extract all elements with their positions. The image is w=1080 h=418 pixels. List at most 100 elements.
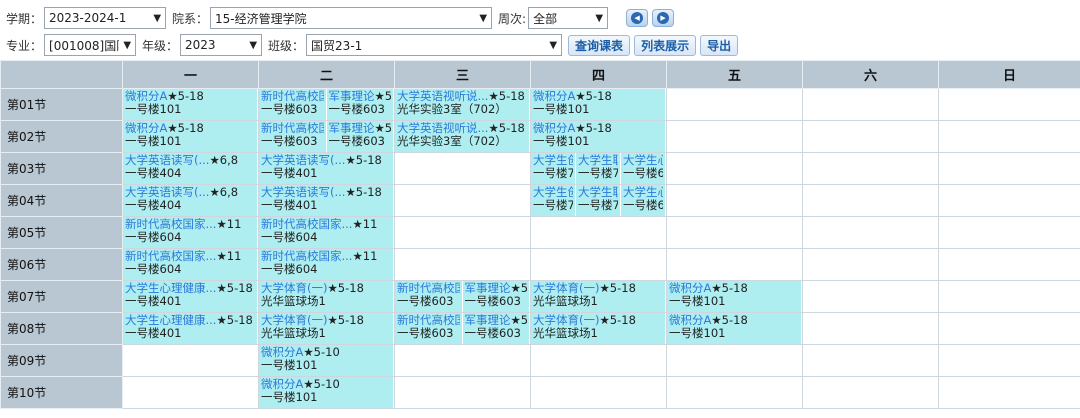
course-name-link[interactable]: 大学生心理健康... [125,314,216,327]
course-block[interactable]: 新时代高校国家...★11 一号楼604 [259,217,394,248]
course-name-link[interactable]: 新时代高校国 [397,314,460,327]
course-block[interactable]: 大学生心理健康...★5-18 一号楼401 [123,281,258,312]
timetable-cell[interactable]: 微积分A★5-18 一号楼101 [530,88,667,121]
course-block[interactable]: 大学生职一号楼7 [576,185,621,216]
course-name-link[interactable]: 微积分A [533,122,575,135]
course-name-link[interactable]: 大学英语视听说... [397,122,488,135]
timetable-cell[interactable]: 大学体育(一)★5-18 光华篮球场1 [530,312,667,345]
course-name-link[interactable]: 新时代高校国家... [125,218,216,231]
course-block[interactable]: 微积分A★5-18 一号楼101 [667,281,802,312]
timetable-cell[interactable]: 微积分A★5-10 一号楼101 [258,344,395,377]
course-name-link[interactable]: 大学生创 [533,186,573,199]
timetable-cell[interactable]: 微积分A★5-10 一号楼101 [258,376,395,409]
course-name-link[interactable]: 军事理论 [465,282,511,295]
course-block[interactable]: 大学生职一号楼7 [576,153,621,184]
course-block[interactable]: 大学体育(一)★5-18 光华篮球场1 [259,313,394,344]
course-block[interactable]: 大学英语读写(...★5-18 一号楼401 [259,153,394,184]
timetable-cell[interactable]: 大学体育(一)★5-18 光华篮球场1 [530,280,667,313]
course-block[interactable]: 大学生心理健康...★5-18 一号楼401 [123,313,258,344]
course-name-link[interactable]: 大学体育(一) [261,314,327,327]
timetable-cell[interactable]: 新时代高校国家...★11 一号楼604 [258,248,395,281]
course-name-link[interactable]: 大学生心理健康... [125,282,216,295]
timetable-cell[interactable]: 新时代高校国 一号楼603 军事理论★5 一号楼603 [394,312,531,345]
timetable-cell[interactable]: 新时代高校国家...★11 一号楼604 [122,216,259,249]
course-name-link[interactable]: 新时代高校国家... [261,250,352,263]
course-block[interactable]: 微积分A★5-10 一号楼101 [259,377,394,408]
course-block[interactable]: 军事理论★5 一号楼603 [326,89,394,120]
major-select[interactable]: [001008]国际经济 ▼ [44,34,137,56]
timetable-cell[interactable]: 大学英语读写(...★6,8 一号楼404 [122,184,259,217]
timetable-cell[interactable]: 新时代高校国家...★11 一号楼604 [258,216,395,249]
dept-select[interactable]: 15-经济管理学院 ▼ [210,7,493,29]
timetable-cell[interactable]: 大学生创一号楼7大学生职一号楼7大学生心一号楼6 [530,152,667,185]
course-block[interactable]: 新时代高校国家...★11 一号楼604 [123,217,258,248]
course-block[interactable]: 新时代高校国 一号楼603 [395,281,463,312]
course-name-link[interactable]: 微积分A [261,378,303,391]
course-name-link[interactable]: 大学生职 [578,186,618,199]
timetable-cell[interactable]: 大学生心理健康...★5-18 一号楼401 [122,280,259,313]
timetable-cell[interactable]: 大学英语读写(...★5-18 一号楼401 [258,152,395,185]
course-name-link[interactable]: 大学英语读写(... [261,154,345,167]
prev-week-button[interactable]: ◀ [626,9,649,27]
timetable-cell[interactable]: 大学英语视听说...★5-18 光华实验3室（702） [394,88,531,121]
course-block[interactable]: 微积分A★5-18 一号楼101 [531,121,666,152]
course-name-link[interactable]: 大学体育(一) [533,282,599,295]
next-week-button[interactable]: ▶ [652,9,675,27]
timetable-cell[interactable]: 大学英语读写(...★6,8 一号楼404 [122,152,259,185]
timetable-cell[interactable]: 微积分A★5-18 一号楼101 [666,280,803,313]
week-select[interactable]: 全部 ▼ [528,7,609,29]
course-name-link[interactable]: 军事理论 [329,122,375,135]
course-name-link[interactable]: 大学体育(一) [533,314,599,327]
course-block[interactable]: 新时代高校国家...★11 一号楼604 [259,249,394,280]
class-select[interactable]: 国贸23-1 ▼ [306,34,563,56]
course-block[interactable]: 大学生创一号楼7 [531,185,576,216]
timetable-cell[interactable]: 微积分A★5-18 一号楼101 [122,88,259,121]
course-block[interactable]: 大学英语读写(...★5-18 一号楼401 [259,185,394,216]
course-name-link[interactable]: 大学英语视听说... [397,90,488,103]
course-block[interactable]: 大学体育(一)★5-18 光华篮球场1 [531,281,666,312]
timetable-cell[interactable]: 新时代高校国 一号楼603 军事理论★5 一号楼603 [258,120,395,153]
course-block[interactable]: 大学英语视听说...★5-18 光华实验3室（702） [395,89,530,120]
course-block[interactable]: 军事理论★5 一号楼603 [462,281,530,312]
course-name-link[interactable]: 微积分A [533,90,575,103]
timetable-cell[interactable]: 大学体育(一)★5-18 光华篮球场1 [258,280,395,313]
course-name-link[interactable]: 大学生职 [578,154,618,167]
timetable-cell[interactable]: 大学英语读写(...★5-18 一号楼401 [258,184,395,217]
course-name-link[interactable]: 新时代高校国 [261,90,324,103]
timetable-cell[interactable]: 微积分A★5-18 一号楼101 [122,120,259,153]
course-name-link[interactable]: 微积分A [669,314,711,327]
course-block[interactable]: 微积分A★5-18 一号楼101 [123,121,258,152]
course-name-link[interactable]: 大学生心 [623,186,663,199]
timetable-cell[interactable]: 微积分A★5-18 一号楼101 [530,120,667,153]
timetable-cell[interactable]: 新时代高校国家...★11 一号楼604 [122,248,259,281]
course-name-link[interactable]: 新时代高校国家... [125,250,216,263]
timetable-cell[interactable]: 新时代高校国 一号楼603 军事理论★5 一号楼603 [394,280,531,313]
course-block[interactable]: 新时代高校国家...★11 一号楼604 [123,249,258,280]
timetable-cell[interactable]: 新时代高校国 一号楼603 军事理论★5 一号楼603 [258,88,395,121]
course-block[interactable]: 大学英语读写(...★6,8 一号楼404 [123,185,258,216]
course-block[interactable]: 新时代高校国 一号楼603 [259,89,327,120]
course-name-link[interactable]: 大学体育(一) [261,282,327,295]
grade-select[interactable]: 2023 ▼ [180,34,263,56]
course-block[interactable]: 新时代高校国 一号楼603 [259,121,327,152]
course-name-link[interactable]: 大学生心 [623,154,663,167]
course-name-link[interactable]: 大学英语读写(... [125,154,209,167]
term-select[interactable]: 2023-2024-1 ▼ [44,7,167,29]
course-block[interactable]: 大学生心一号楼6 [621,153,666,184]
course-block[interactable]: 大学体育(一)★5-18 光华篮球场1 [259,281,394,312]
timetable-cell[interactable]: 大学体育(一)★5-18 光华篮球场1 [258,312,395,345]
course-name-link[interactable]: 新时代高校国家... [261,218,352,231]
query-timetable-button[interactable]: 查询课表 [568,34,631,56]
course-block[interactable]: 微积分A★5-18 一号楼101 [123,89,258,120]
course-name-link[interactable]: 大学英语读写(... [125,186,209,199]
course-name-link[interactable]: 微积分A [125,90,167,103]
course-block[interactable]: 微积分A★5-18 一号楼101 [667,313,802,344]
course-block[interactable]: 新时代高校国 一号楼603 [395,313,463,344]
export-button[interactable]: 导出 [700,34,739,56]
course-name-link[interactable]: 大学生创 [533,154,573,167]
course-name-link[interactable]: 新时代高校国 [397,282,460,295]
course-block[interactable]: 大学体育(一)★5-18 光华篮球场1 [531,313,666,344]
course-name-link[interactable]: 微积分A [669,282,711,295]
course-block[interactable]: 大学英语视听说...★5-18 光华实验3室（702） [395,121,530,152]
timetable-cell[interactable]: 大学英语视听说...★5-18 光华实验3室（702） [394,120,531,153]
